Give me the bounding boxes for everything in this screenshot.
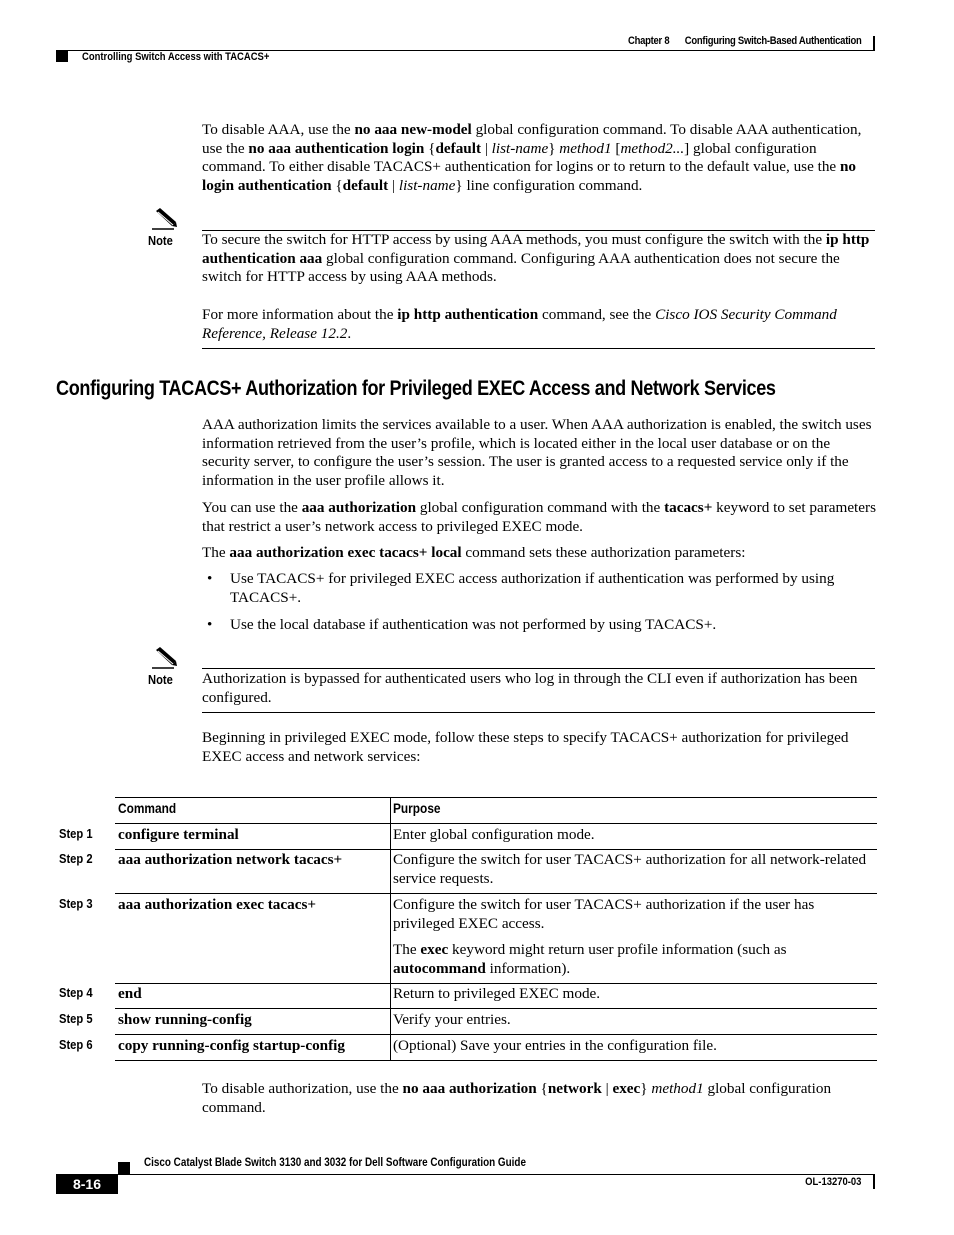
step-label: Step 5	[59, 1011, 93, 1026]
note-more-info: For more information about the ip http a…	[202, 306, 837, 342]
purpose-cell: (Optional) Save your entries in the conf…	[393, 1037, 717, 1054]
purpose-cell-note: The exec keyword might return user profi…	[393, 941, 787, 977]
purpose-cell: Configure the switch for user TACACS+ au…	[393, 896, 815, 932]
command-cell: show running-config	[118, 1011, 252, 1028]
step-label: Step 1	[59, 826, 93, 841]
column-header-purpose: Purpose	[393, 801, 441, 816]
bullet-glyph: •	[207, 570, 213, 587]
bullet-item: • Use TACACS+ for privileged EXEC access…	[202, 570, 877, 610]
step-label: Step 2	[59, 851, 93, 866]
header-marker-block	[56, 51, 68, 62]
running-header-section: Controlling Switch Access with TACACS+	[82, 51, 270, 63]
footer-marker-block	[118, 1162, 130, 1174]
pencil-note-icon	[152, 208, 177, 230]
pencil-note-icon	[152, 647, 177, 669]
table-rule	[115, 983, 877, 984]
footer-doc-number: OL-13270-03	[804, 1176, 861, 1188]
note-bottom-rule	[202, 348, 875, 349]
footer-corner-bar	[873, 1175, 875, 1189]
purpose-cell: Configure the switch for user TACACS+ au…	[393, 851, 867, 887]
note-label: Note	[148, 233, 173, 248]
note-text: Authorization is bypassed for authentica…	[202, 670, 858, 706]
step-label: Step 4	[59, 985, 93, 1000]
table-rule	[115, 849, 877, 850]
section-paragraph-1: AAA authorization limits the services av…	[202, 416, 872, 489]
purpose-cell: Verify your entries.	[393, 1011, 511, 1028]
table-rule	[115, 797, 877, 798]
closing-paragraph: To disable authorization, use the no aaa…	[202, 1080, 832, 1116]
step-label: Step 3	[59, 896, 93, 911]
bullet-text: Use the local database if authentication…	[230, 616, 717, 633]
command-cell: end	[118, 985, 142, 1002]
chapter-number: Chapter 8	[627, 35, 670, 47]
note-bottom-rule	[202, 712, 875, 713]
purpose-cell: Enter global configuration mode.	[393, 826, 595, 843]
running-header-chapter: Chapter 8 Configuring Switch-Based Authen…	[627, 35, 862, 47]
page-number: 8-16	[72, 1176, 102, 1192]
table-rule	[115, 1008, 877, 1009]
table-column-divider	[390, 797, 391, 1060]
section-paragraph-3: The aaa authorization exec tacacs+ local…	[202, 544, 746, 561]
bullet-glyph: •	[207, 616, 213, 633]
note-text: To secure the switch for HTTP access by …	[202, 231, 870, 286]
table-rule	[115, 1034, 877, 1035]
step-label: Step 6	[59, 1037, 93, 1052]
column-header-command: Command	[118, 801, 177, 816]
note-top-rule	[202, 668, 875, 669]
bullet-text: Use TACACS+ for privileged EXEC access a…	[230, 570, 835, 606]
procedure-intro: Beginning in privileged EXEC mode, follo…	[202, 729, 849, 765]
table-rule	[115, 893, 877, 894]
table-rule	[115, 1060, 877, 1061]
command-cell: copy running-config startup-config	[118, 1037, 345, 1054]
bullet-item: • Use the local database if authenticati…	[202, 616, 877, 636]
header-corner-bar	[873, 36, 875, 51]
section-paragraph-2: You can use the aaa authorization global…	[202, 499, 876, 535]
footer-guide-title: Cisco Catalyst Blade Switch 3130 and 303…	[144, 1157, 526, 1169]
intro-paragraph: To disable AAA, use the no aaa new-model…	[202, 121, 862, 194]
note-label: Note	[148, 672, 173, 687]
command-cell: configure terminal	[118, 826, 239, 843]
table-rule	[115, 823, 877, 824]
footer-rule	[118, 1174, 875, 1175]
command-cell: aaa authorization exec tacacs+	[118, 896, 317, 913]
chapter-title: Configuring Switch-Based Authentication	[684, 35, 861, 47]
purpose-cell: Return to privileged EXEC mode.	[393, 985, 601, 1002]
section-heading: Configuring TACACS+ Authorization for Pr…	[56, 377, 776, 400]
command-cell: aaa authorization network tacacs+	[118, 851, 343, 868]
